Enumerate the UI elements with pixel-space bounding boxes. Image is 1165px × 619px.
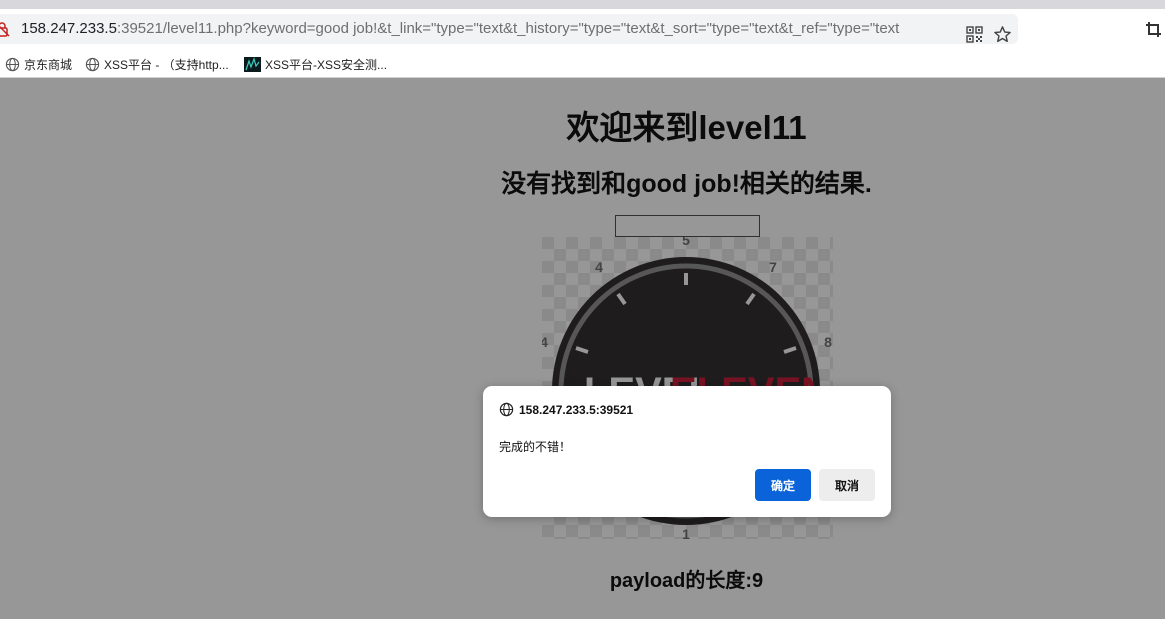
globe-icon (5, 57, 20, 71)
address-bar: 158.247.233.5:39521/level11.php?keyword=… (0, 9, 1165, 51)
bookmark-star-icon[interactable] (993, 25, 1012, 44)
url-text: 158.247.233.5:39521/level11.php?keyword=… (21, 20, 899, 38)
alert-dialog: 158.247.233.5:39521 完成的不错！ 确定 取消 (483, 386, 891, 517)
bookmark-xss-test[interactable]: XSS平台-XSS安全测... (244, 55, 387, 73)
bookmarks-bar: 京东商城 XSS平台 - （支持http... XSS平台-XSS安全测... (0, 51, 1165, 78)
bookmark-xss-platform[interactable]: XSS平台 - （支持http... (85, 55, 229, 73)
ok-button[interactable]: 确定 (755, 469, 811, 501)
url-field[interactable]: 158.247.233.5:39521/level11.php?keyword=… (0, 14, 1018, 44)
bookmark-label: 京东商城 (24, 57, 73, 72)
url-host: 158.247.233.5 (21, 20, 117, 37)
site-favicon-icon (244, 56, 261, 72)
bookmark-jd[interactable]: 京东商城 (5, 55, 72, 73)
cancel-button[interactable]: 取消 (819, 469, 875, 501)
dialog-origin-text: 158.247.233.5:39521 (519, 402, 634, 417)
not-secure-icon[interactable] (0, 21, 10, 37)
bookmark-label: XSS平台 - （支持http... (104, 57, 229, 72)
globe-icon (85, 57, 100, 71)
tab-strip (0, 0, 1165, 9)
dialog-message: 完成的不错！ (499, 440, 572, 454)
dialog-origin: 158.247.233.5:39521 (499, 402, 633, 417)
qr-code-icon[interactable] (966, 26, 983, 43)
url-path: :39521/level11.php?keyword=good job!&t_l… (116, 20, 900, 37)
crop-icon[interactable] (1145, 21, 1162, 38)
modal-overlay (0, 78, 1165, 619)
globe-icon (499, 402, 514, 417)
bookmark-label: XSS平台-XSS安全测... (265, 57, 388, 72)
